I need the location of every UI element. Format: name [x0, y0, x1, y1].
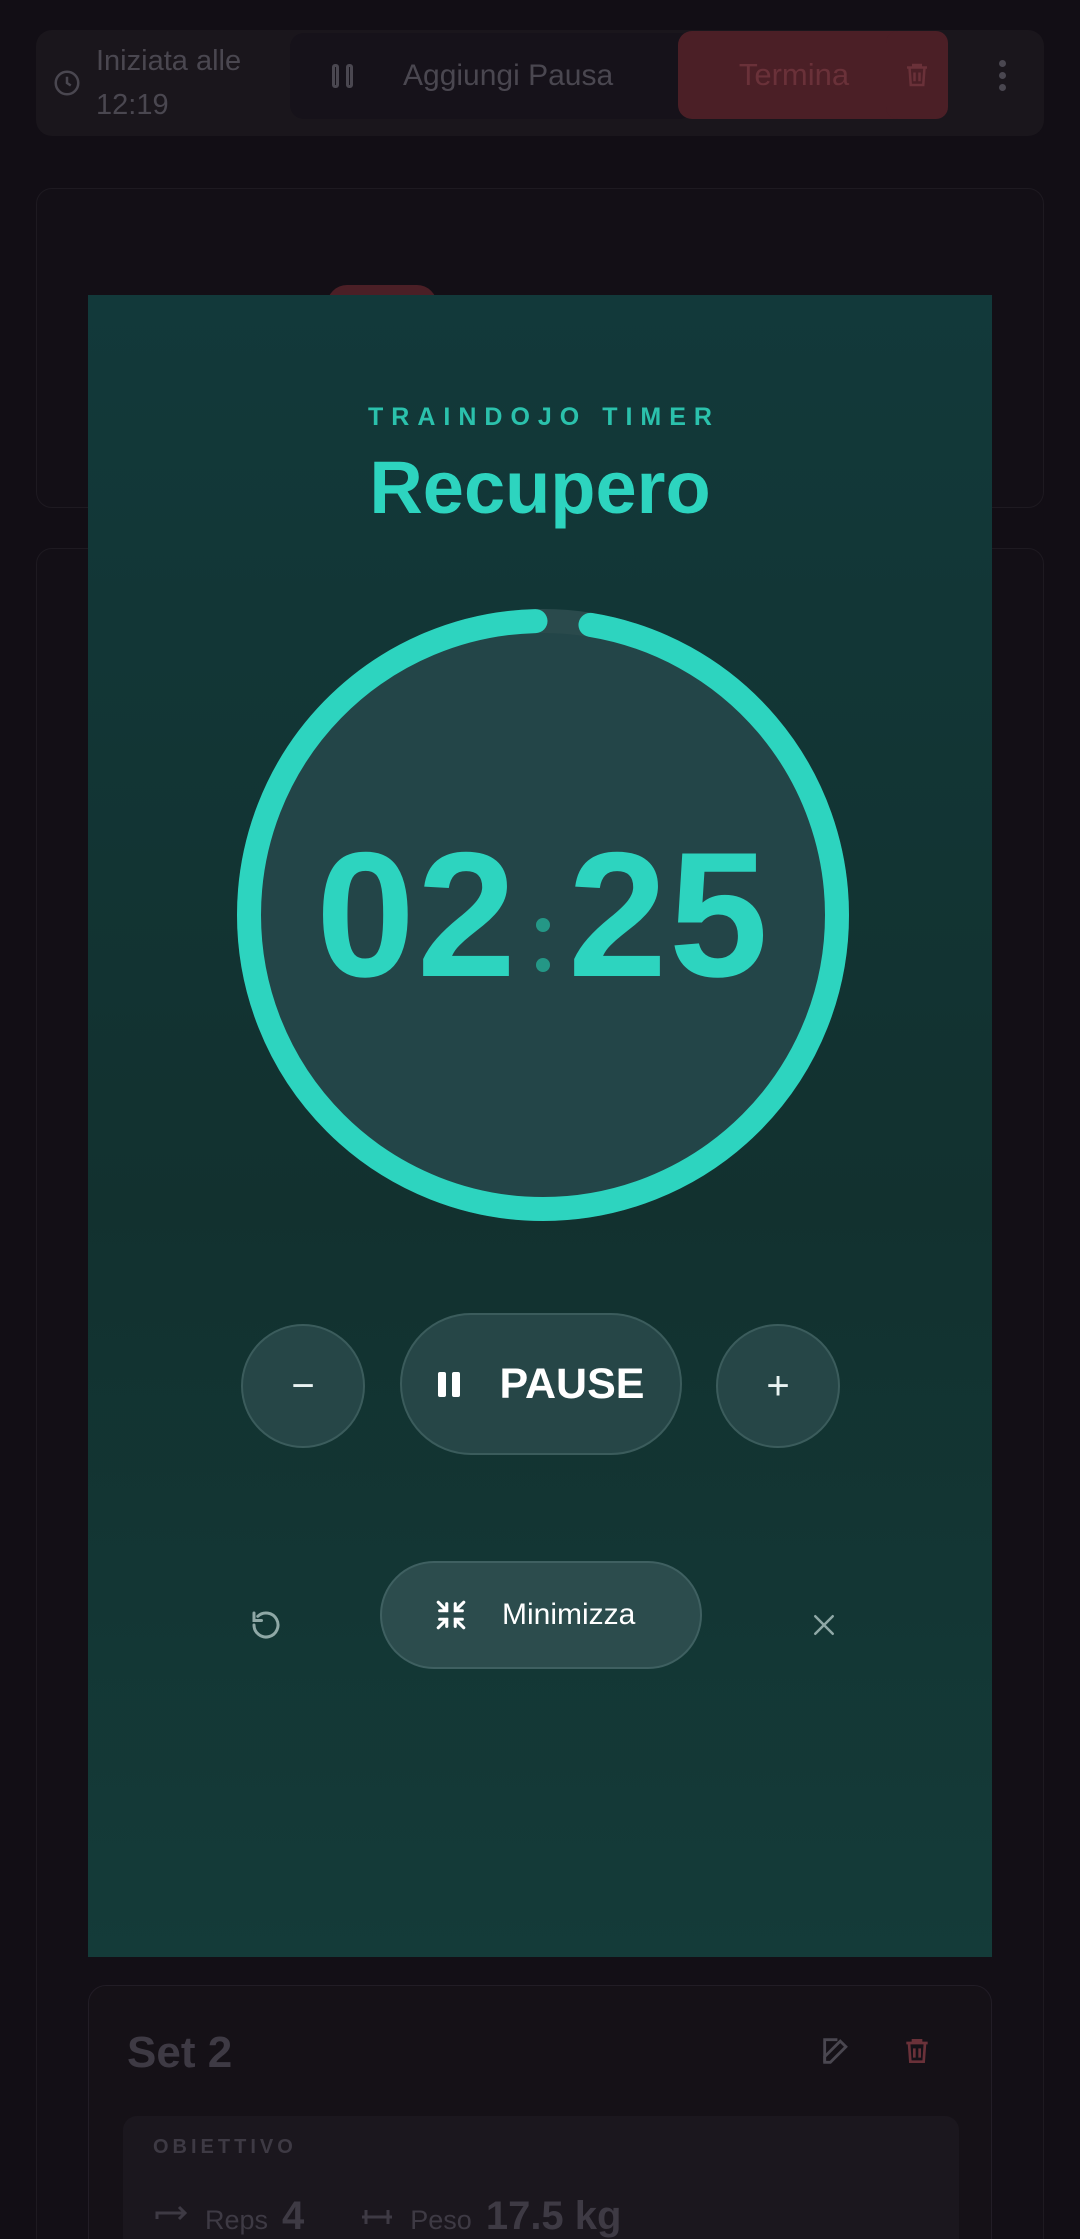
objective-label: OBIETTIVO	[153, 2136, 297, 2158]
timer-seconds: 25	[568, 815, 770, 1014]
workout-header-bar: Iniziata alle 12:19 Aggiungi Pausa Termi…	[36, 30, 1044, 136]
pause-button[interactable]: PAUSE	[400, 1313, 682, 1455]
weight-label: Peso	[410, 2205, 472, 2235]
add-pause-button[interactable]: Aggiungi Pausa	[290, 33, 694, 119]
delete-workout-button[interactable]	[886, 31, 948, 119]
pause-icon	[332, 64, 353, 88]
trash-icon[interactable]	[901, 2034, 933, 2068]
timer-minutes: 02	[316, 815, 518, 1014]
decrease-time-button[interactable]: −	[241, 1324, 365, 1448]
timer-separator	[536, 918, 550, 972]
increase-time-button[interactable]: +	[716, 1324, 840, 1448]
pause-icon	[437, 1371, 460, 1397]
close-icon[interactable]	[794, 1595, 854, 1655]
objective-values: Reps 4 Peso 17.5 kg	[153, 2194, 621, 2239]
clock-icon	[54, 70, 80, 96]
minimize-button[interactable]: Minimizza	[380, 1561, 702, 1669]
set-title: Set 2	[127, 2028, 233, 2077]
end-workout-button[interactable]: Termina	[678, 31, 910, 119]
repeat-icon	[155, 2205, 188, 2221]
objective-panel: OBIETTIVO Reps 4 Peso 17.5 kg	[123, 2116, 959, 2239]
set-card: Set 2 OBIETTIVO Reps 4 Peso 17.5 kg	[88, 1985, 992, 2239]
weight-value: 17.5 kg	[485, 2194, 622, 2238]
minimize-label: Minimizza	[502, 1598, 636, 1631]
more-vertical-icon[interactable]	[982, 50, 1022, 100]
weight-icon	[362, 2210, 393, 2224]
restart-icon[interactable]	[236, 1595, 296, 1655]
rest-timer-modal: TRAINDOJO TIMER Recupero 02 25 − PAUSE +…	[88, 295, 992, 1957]
pause-label: PAUSE	[499, 1359, 645, 1408]
minimize-icon	[436, 1600, 466, 1630]
reps-value: 4	[282, 2194, 305, 2238]
reps-label: Reps	[205, 2205, 269, 2235]
started-label: Iniziata alle	[96, 45, 242, 77]
timer-display: 02 25	[228, 600, 858, 1230]
add-pause-label: Aggiungi Pausa	[403, 59, 614, 92]
started-at-info: Iniziata alle 12:19	[52, 30, 292, 136]
timer-brand: TRAINDOJO TIMER	[368, 403, 720, 431]
edit-icon[interactable]	[819, 2034, 853, 2068]
timer-mode-title: Recupero	[369, 446, 711, 529]
trash-icon	[907, 63, 927, 87]
started-time: 12:19	[96, 89, 169, 121]
